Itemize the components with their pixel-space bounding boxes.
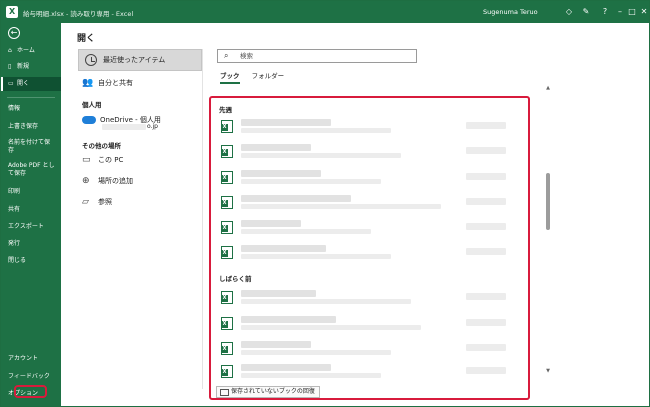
- personal-header: 個人用: [82, 101, 102, 109]
- clock-icon: [85, 54, 97, 66]
- excel-window: 給与明細.xlsx - 読み取り専用 - Excel Sugenuma Teru…: [0, 0, 650, 407]
- file-row[interactable]: [221, 218, 521, 236]
- tab-book[interactable]: ブック: [220, 72, 240, 84]
- file-row[interactable]: [221, 243, 521, 261]
- nav-share[interactable]: 共有: [1, 203, 61, 217]
- recover-unsaved-button[interactable]: 保存されていないブックの回復: [216, 386, 320, 398]
- excel-file-icon: [221, 342, 233, 355]
- options-highlight: [14, 385, 47, 398]
- file-row[interactable]: [221, 168, 521, 186]
- excel-file-icon: [221, 246, 233, 259]
- nav-export[interactable]: エクスポート: [1, 220, 61, 234]
- people-icon: 👥: [82, 78, 94, 88]
- onedrive-cloud-icon: [82, 116, 96, 124]
- scrollbar-thumb[interactable]: [546, 173, 550, 230]
- nav-divider: [7, 97, 55, 98]
- nav-info[interactable]: 情報: [1, 102, 61, 116]
- excel-logo-icon: [6, 6, 18, 18]
- nav-feedback[interactable]: フィードバック: [1, 370, 61, 384]
- column-divider: [202, 49, 203, 389]
- excel-file-icon: [221, 145, 233, 158]
- file-row[interactable]: [221, 142, 521, 160]
- nav-home[interactable]: ⌂ ホーム: [1, 44, 61, 58]
- home-icon: ⌂: [8, 47, 12, 54]
- new-icon: ▯: [8, 63, 12, 70]
- excel-file-icon: [221, 171, 233, 184]
- group-a-while-ago: しばらく前: [219, 275, 252, 283]
- backstage-nav: ← ⌂ ホーム ▯ 新規 ▭ 開く 情報 上書き保存 名前を付けて保存 Adobe P…: [1, 23, 61, 406]
- excel-file-icon: [221, 120, 233, 133]
- title-bar: 給与明細.xlsx - 読み取り専用 - Excel Sugenuma Teru…: [1, 1, 649, 23]
- onedrive-email-suffix: o.jp: [147, 123, 158, 130]
- shared-with-me[interactable]: 👥 自分と共有: [82, 78, 133, 88]
- recent-items-button[interactable]: 最近使ったアイテム: [78, 49, 202, 71]
- search-input[interactable]: ⌕ 検索: [217, 49, 417, 63]
- globe-icon: ⊕: [82, 176, 90, 186]
- diamond-icon[interactable]: ◇: [562, 5, 576, 19]
- scroll-up-arrow-icon[interactable]: ▲: [545, 85, 551, 91]
- user-name[interactable]: Sugenuma Teruo: [483, 8, 538, 16]
- file-row[interactable]: [221, 288, 521, 306]
- close-icon[interactable]: ✕: [637, 5, 650, 19]
- nav-new[interactable]: ▯ 新規: [1, 60, 61, 74]
- recent-file-list: 先週 X X X X X X しばらく前 X X X X 保存されていないブック…: [209, 96, 530, 400]
- other-locations-header: その他の場所: [82, 142, 121, 150]
- folder-icon: ▱: [82, 197, 89, 207]
- file-tabs: ブック フォルダー: [220, 70, 294, 84]
- nav-save[interactable]: 上書き保存: [1, 120, 61, 134]
- this-pc[interactable]: ▭ この PC: [82, 155, 123, 165]
- page-title: 開く: [77, 34, 96, 44]
- file-row[interactable]: [221, 314, 521, 332]
- excel-file-icon: [221, 221, 233, 234]
- nav-print[interactable]: 印刷: [1, 185, 61, 199]
- file-row[interactable]: [221, 362, 521, 380]
- monitor-icon: ▭: [82, 155, 91, 165]
- pen-icon[interactable]: ✎: [579, 5, 593, 19]
- search-icon: ⌕: [224, 51, 229, 60]
- excel-file-icon: [221, 291, 233, 304]
- nav-account[interactable]: アカウント: [1, 352, 61, 366]
- nav-save-as[interactable]: 名前を付けて保存: [1, 138, 61, 158]
- nav-open[interactable]: ▭ 開く: [1, 77, 61, 91]
- nav-save-adobe-pdf[interactable]: Adobe PDF として保存: [1, 161, 61, 181]
- help-icon[interactable]: ?: [598, 5, 612, 19]
- back-arrow-icon[interactable]: ←: [8, 27, 20, 39]
- scroll-down-arrow-icon[interactable]: ▼: [545, 368, 551, 374]
- folder-icon: ▭: [8, 80, 14, 87]
- file-row[interactable]: [221, 339, 521, 357]
- nav-close[interactable]: 閉じる: [1, 254, 61, 268]
- excel-file-icon: [221, 317, 233, 330]
- email-redacted: [102, 124, 146, 130]
- file-row[interactable]: [221, 117, 521, 135]
- add-place[interactable]: ⊕ 場所の追加: [82, 176, 133, 186]
- excel-file-icon: [221, 365, 233, 378]
- group-last-week: 先週: [219, 106, 232, 114]
- tab-folder[interactable]: フォルダー: [252, 72, 285, 80]
- browse[interactable]: ▱ 参照: [82, 197, 112, 207]
- document-title: 給与明細.xlsx - 読み取り専用 - Excel: [23, 10, 134, 18]
- file-row[interactable]: [221, 193, 521, 211]
- nav-publish[interactable]: 発行: [1, 237, 61, 251]
- excel-file-icon: [221, 196, 233, 209]
